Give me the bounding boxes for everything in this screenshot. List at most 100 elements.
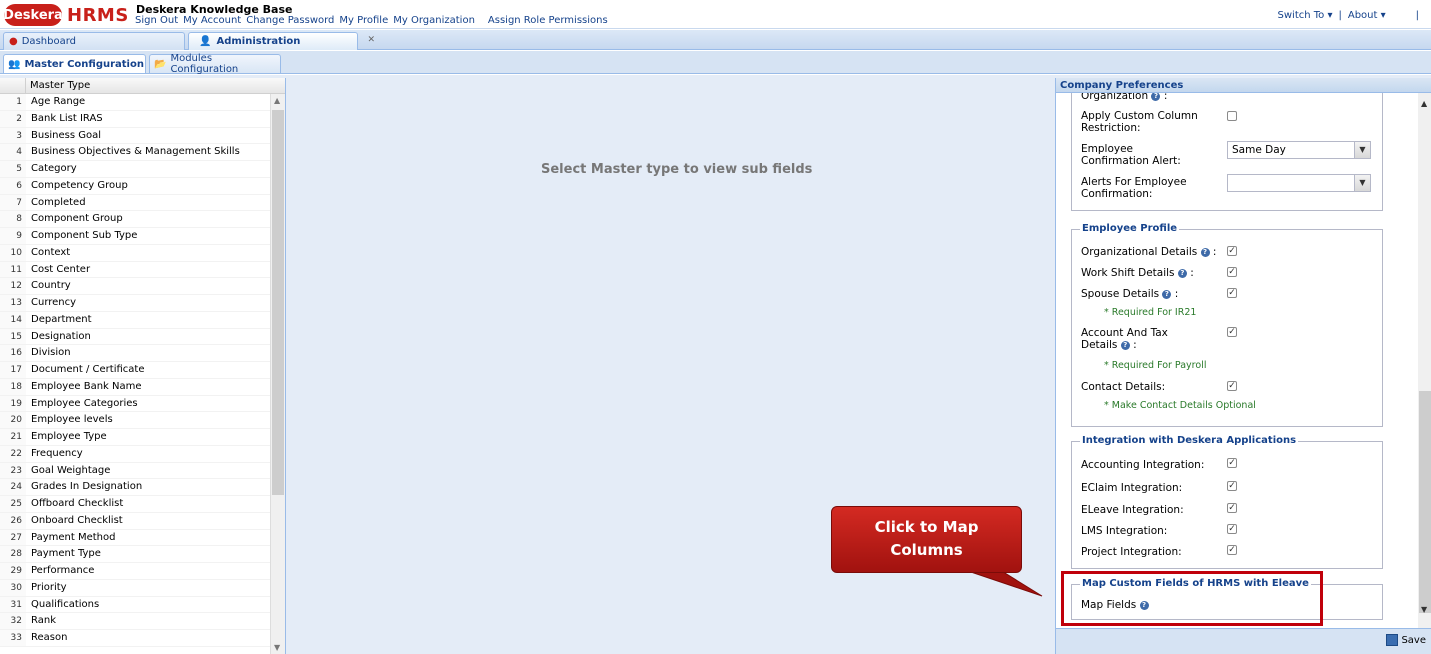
help-icon[interactable]: ? (1177, 268, 1187, 278)
table-row[interactable]: 11 Cost Center (0, 261, 270, 279)
help-icon[interactable]: ? (1162, 289, 1172, 299)
change-password-link[interactable]: Change Password (246, 15, 334, 26)
table-row[interactable]: 17 Document / Certificate (0, 362, 270, 379)
table-row[interactable]: 21 Employee Type (0, 429, 270, 446)
table-row[interactable]: 1 Age Range (0, 94, 270, 111)
config-tab-bar: 👥 Master Configuration 📂 Modules Configu… (0, 51, 1431, 75)
table-row[interactable]: 24 Grades In Designation (0, 479, 270, 496)
my-organization-link[interactable]: My Organization (393, 15, 475, 26)
master-type-cell: Component Sub Type (31, 230, 138, 241)
help-icon[interactable]: ? (1151, 93, 1161, 101)
table-row[interactable]: 12 Country (0, 278, 270, 295)
table-row[interactable]: 13 Currency (0, 295, 270, 312)
scroll-up-icon[interactable]: ▲ (274, 96, 280, 105)
table-row[interactable]: 27 Payment Method (0, 529, 270, 547)
switch-to-menu[interactable]: Switch To ▾ (1278, 10, 1333, 21)
row-number: 13 (0, 295, 26, 311)
table-row[interactable]: 20 Employee levels (0, 412, 270, 429)
table-row[interactable]: 31 Qualifications (0, 596, 270, 614)
lms-integration-checkbox[interactable]: ✓ (1227, 524, 1237, 534)
eleave-integration-checkbox[interactable]: ✓ (1227, 503, 1237, 513)
emp-confirm-alert-select[interactable]: Same Day ▼ (1227, 141, 1371, 159)
table-row[interactable]: 15 Designation (0, 328, 270, 346)
scroll-down-icon[interactable]: ▼ (1421, 605, 1427, 614)
table-row[interactable]: 3 Business Goal (0, 127, 270, 145)
employee-profile-fieldset: Employee Profile Organizational Details … (1071, 223, 1383, 427)
table-row[interactable]: 18 Employee Bank Name (0, 378, 270, 396)
master-type-cell: Payment Method (31, 531, 116, 543)
table-row[interactable]: 26 Onboard Checklist (0, 512, 270, 530)
table-row[interactable]: 30 Priority (0, 579, 270, 597)
table-row[interactable]: 25 Offboard Checklist (0, 496, 270, 513)
about-menu[interactable]: About ▾ (1348, 10, 1386, 21)
table-row[interactable]: 22 Frequency (0, 445, 270, 463)
table-row[interactable]: 7 Completed (0, 194, 270, 212)
alerts-for-emp-select[interactable]: ▼ (1227, 174, 1371, 192)
table-row[interactable]: 19 Employee Categories (0, 395, 270, 413)
scroll-up-icon[interactable]: ▲ (1421, 99, 1427, 108)
table-row[interactable]: 32 Rank (0, 613, 270, 630)
organization-label: Organization ? : (1081, 93, 1168, 102)
my-profile-link[interactable]: My Profile (339, 15, 388, 26)
table-row[interactable]: 2 Bank List IRAS (0, 110, 270, 128)
grid-header: Master Type (0, 78, 285, 94)
tab-dashboard[interactable]: ● Dashboard (3, 32, 185, 50)
work-shift-details-checkbox[interactable]: ✓ (1227, 267, 1237, 277)
assign-role-permissions-link[interactable]: Assign Role Permissions (488, 15, 608, 26)
close-icon[interactable]: ✕ (367, 35, 375, 45)
table-row[interactable]: 6 Competency Group (0, 177, 270, 195)
table-row[interactable]: 16 Division (0, 345, 270, 362)
apply-custom-checkbox[interactable] (1227, 111, 1237, 121)
row-number: 28 (0, 546, 26, 562)
master-type-header[interactable]: Master Type (30, 80, 90, 91)
chevron-down-icon[interactable]: ▼ (1354, 142, 1370, 158)
table-row[interactable]: 4 Business Objectives & Management Skills (0, 144, 270, 161)
master-type-cell: Frequency (31, 447, 83, 459)
users-icon: 👥 (8, 58, 21, 70)
table-row[interactable]: 23 Goal Weightage (0, 462, 270, 480)
master-type-cell: Context (31, 246, 71, 258)
callout-line-2: Columns (890, 541, 963, 559)
table-row[interactable]: 28 Payment Type (0, 546, 270, 563)
master-type-cell: Offboard Checklist (31, 498, 124, 509)
row-number: 21 (0, 429, 26, 445)
row-number-header (0, 78, 26, 94)
table-row[interactable]: 10 Context (0, 244, 270, 262)
tab-master-configuration[interactable]: 👥 Master Configuration (3, 54, 146, 73)
my-account-link[interactable]: My Account (183, 15, 241, 26)
eclaim-integration-label: EClaim Integration: (1081, 482, 1183, 494)
accounting-integration-checkbox[interactable]: ✓ (1227, 458, 1237, 468)
grid-scrollbar[interactable]: ▲ ▼ (270, 94, 285, 654)
table-row[interactable]: 29 Performance (0, 563, 270, 580)
table-row[interactable]: 9 Component Sub Type (0, 228, 270, 245)
row-number: 1 (0, 94, 26, 110)
eclaim-integration-checkbox[interactable]: ✓ (1227, 481, 1237, 491)
row-number: 2 (0, 110, 26, 127)
tab-administration[interactable]: 👤 Administration ✕ (188, 32, 375, 50)
panel-scrollbar[interactable]: ▲ ▼ (1418, 93, 1431, 628)
logo-product: HRMS (67, 4, 129, 26)
tab-modules-configuration[interactable]: 📂 Modules Configuration (149, 53, 281, 75)
dashboard-icon: ● (9, 36, 18, 47)
contact-details-checkbox[interactable]: ✓ (1227, 381, 1237, 391)
scroll-down-icon[interactable]: ▼ (274, 643, 280, 652)
scroll-thumb[interactable] (272, 110, 284, 495)
organizational-details-checkbox[interactable]: ✓ (1227, 246, 1237, 256)
save-button[interactable]: Save (1386, 634, 1426, 646)
deskera-logo[interactable]: Deskera HRMS (3, 3, 129, 27)
chevron-down-icon[interactable]: ▼ (1354, 175, 1370, 191)
table-row[interactable]: 8 Component Group (0, 211, 270, 228)
callout-pointer (964, 570, 1043, 597)
project-integration-checkbox[interactable]: ✓ (1227, 545, 1237, 555)
table-row[interactable]: 33 Reason (0, 630, 270, 647)
sign-out-link[interactable]: Sign Out (135, 15, 178, 26)
save-label: Save (1401, 634, 1426, 646)
help-icon[interactable]: ? (1200, 247, 1210, 257)
scroll-thumb[interactable] (1419, 391, 1431, 613)
account-tax-checkbox[interactable]: ✓ (1227, 327, 1237, 337)
table-row[interactable]: 14 Department (0, 311, 270, 329)
table-row[interactable]: 5 Category (0, 161, 270, 178)
master-type-cell: Qualifications (31, 598, 100, 610)
help-icon[interactable]: ? (1120, 340, 1130, 350)
spouse-details-checkbox[interactable]: ✓ (1227, 288, 1237, 298)
